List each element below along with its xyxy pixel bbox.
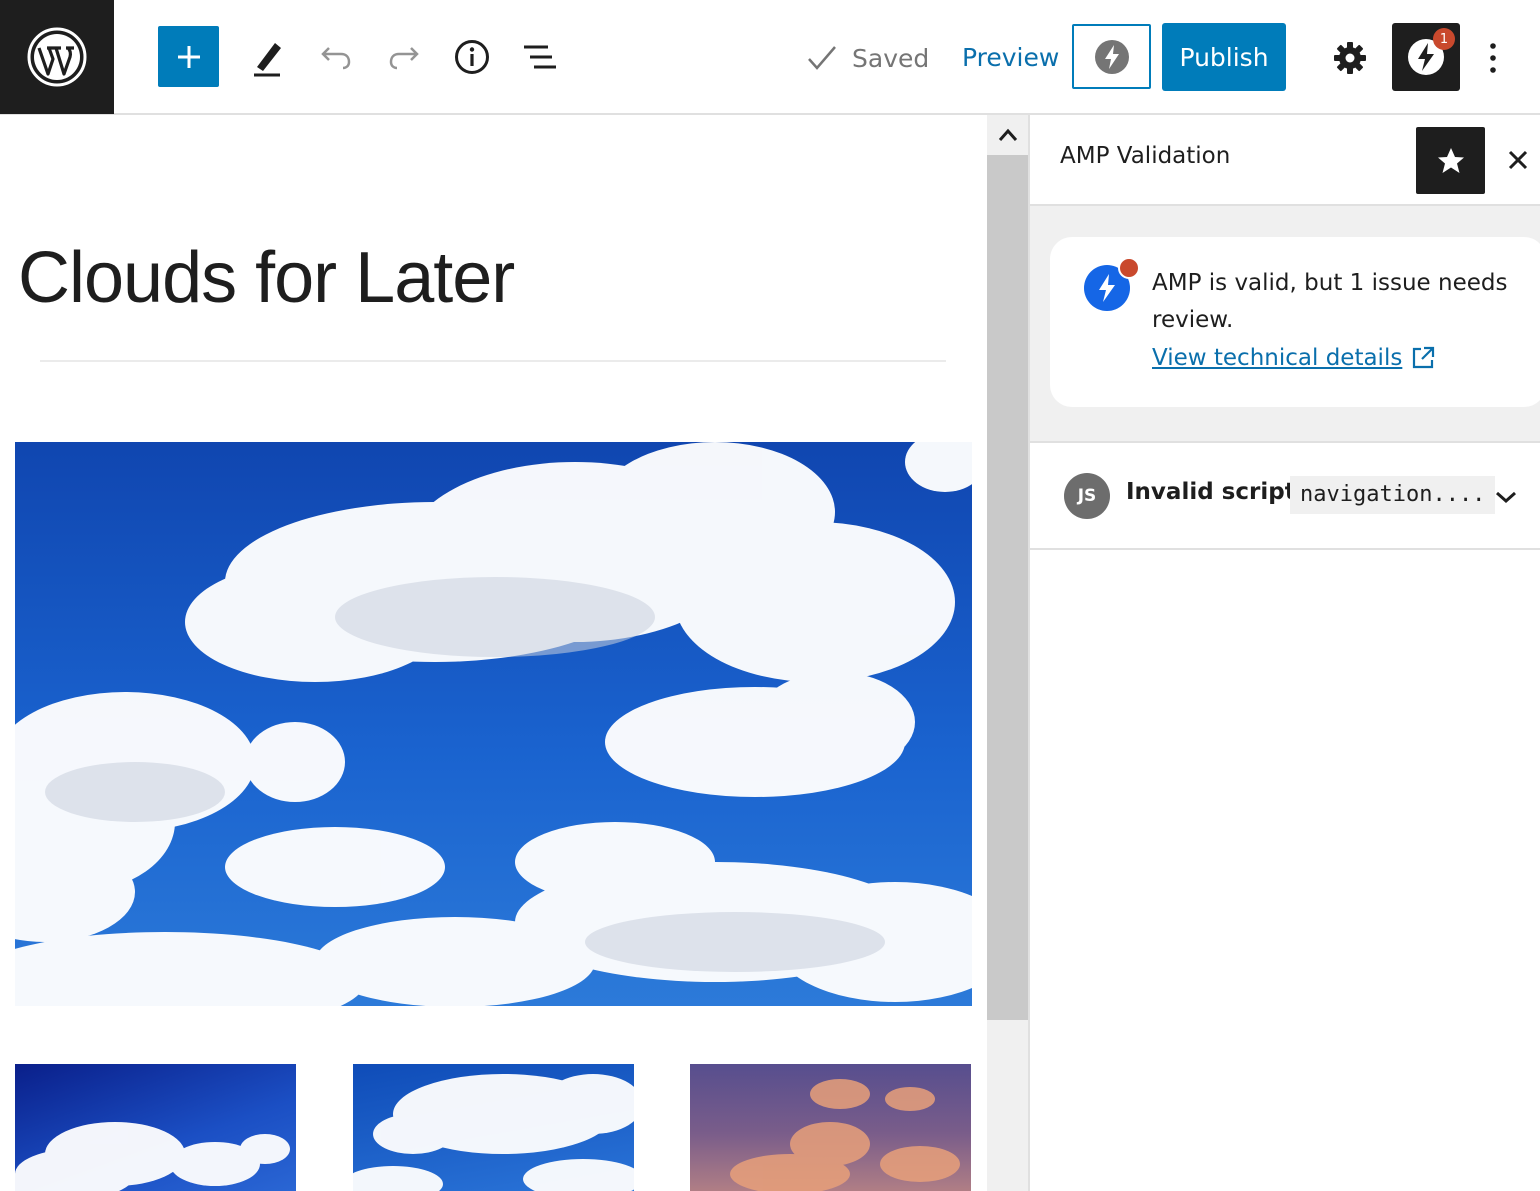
info-icon [455, 40, 489, 74]
expand-issue-button[interactable] [1490, 481, 1522, 513]
warning-dot [1118, 257, 1140, 279]
scroll-up-button[interactable] [987, 115, 1028, 155]
thumb-clouds-blue[interactable] [15, 1064, 296, 1191]
editor-canvas: Clouds for Later [0, 115, 988, 1191]
clouds-illustration [15, 1122, 290, 1191]
publish-button[interactable]: Publish [1162, 23, 1286, 91]
external-link-icon [1413, 346, 1435, 369]
saved-status: Saved [806, 38, 929, 78]
thumb-clouds-sky[interactable] [353, 1064, 634, 1191]
list-view-button[interactable] [510, 27, 570, 87]
clouds-illustration [15, 442, 972, 1006]
amp-bolt-icon [1099, 274, 1115, 302]
checkmark-icon [808, 46, 836, 70]
tools-button[interactable] [237, 27, 297, 87]
view-technical-details-label: View technical details [1152, 345, 1403, 371]
gear-icon [1334, 42, 1366, 74]
pin-sidebar-button[interactable] [1416, 127, 1485, 194]
close-icon [1508, 150, 1528, 170]
chevron-down-icon [1496, 491, 1516, 504]
amp-validation-sidebar-button[interactable]: 1 [1392, 23, 1460, 91]
redo-button[interactable] [374, 27, 434, 87]
view-technical-details-link[interactable]: View technical details [1152, 345, 1436, 371]
more-vertical-icon [1490, 43, 1496, 73]
undo-button[interactable] [306, 27, 366, 87]
close-sidebar-button[interactable] [1500, 139, 1536, 181]
status-message: AMP is valid, but 1 issue needs review. [1152, 270, 1508, 333]
validation-status-panel: AMP is valid, but 1 issue needs review. … [1030, 206, 1540, 443]
details-button[interactable] [442, 27, 502, 87]
clouds-illustration [353, 1074, 634, 1191]
scroll-thumb[interactable] [987, 155, 1028, 1020]
editor-header: Saved Preview Publish 1 [0, 0, 1540, 115]
chevron-up-icon [998, 128, 1017, 141]
issue-count-badge: 1 [1433, 28, 1455, 50]
list-view-icon [524, 45, 556, 69]
saved-label: Saved [852, 43, 930, 73]
issue-code: navigation.... [1290, 476, 1496, 514]
status-card: AMP is valid, but 1 issue needs review. … [1050, 237, 1540, 407]
js-type-badge: JS [1064, 473, 1110, 519]
issue-label: Invalid script: [1126, 479, 1305, 505]
amp-preview-button[interactable] [1072, 24, 1151, 89]
star-icon [1437, 147, 1464, 173]
wordpress-icon [27, 27, 87, 87]
wordpress-logo-button[interactable] [0, 0, 114, 114]
preview-button[interactable]: Preview [962, 38, 1059, 78]
undo-icon [321, 47, 351, 70]
post-title[interactable]: Clouds for Later [18, 237, 515, 319]
separator-block[interactable] [40, 360, 946, 362]
redo-icon [389, 47, 419, 70]
editor-scrollbar[interactable] [987, 115, 1028, 1191]
hero-clouds-image[interactable] [15, 442, 972, 1006]
thumb-clouds-sunset[interactable] [690, 1064, 971, 1191]
pencil-icon [254, 43, 281, 77]
sidebar-header: AMP Validation [1030, 115, 1540, 206]
clouds-illustration [730, 1079, 960, 1191]
plus-icon [177, 45, 200, 68]
add-block-button[interactable] [158, 26, 219, 87]
sidebar-title: AMP Validation [1060, 143, 1231, 169]
issue-panel-row[interactable]: JS Invalid script: navigation.... [1030, 443, 1540, 550]
settings-button[interactable] [1320, 28, 1380, 88]
amp-bolt-icon [1094, 39, 1129, 74]
more-options-button[interactable] [1470, 28, 1516, 88]
amp-validation-sidebar: AMP Validation AMP is valid, but 1 issue… [1028, 115, 1540, 1191]
